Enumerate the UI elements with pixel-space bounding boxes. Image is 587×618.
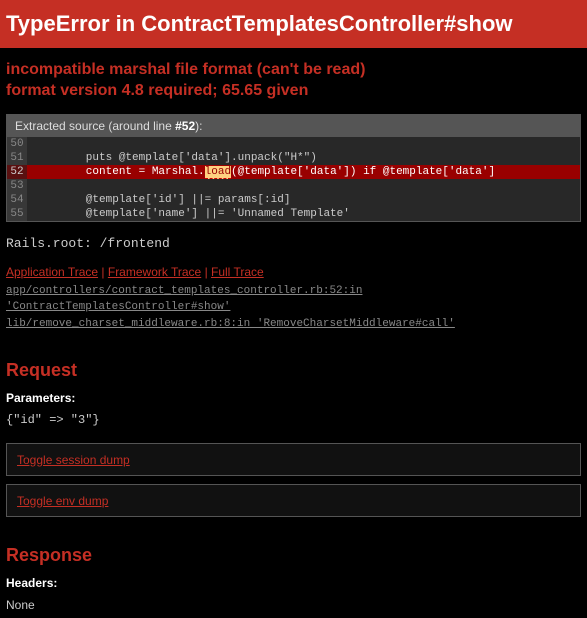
code-line: 51 puts @template['data'].unpack("H*") — [7, 151, 580, 165]
trace-line[interactable]: lib/remove_charset_middleware.rb:8:in 'R… — [6, 318, 455, 330]
headers-label: Headers: — [6, 576, 581, 590]
code-content: @template['name'] ||= 'Unnamed Template' — [27, 207, 580, 221]
framework-trace-link[interactable]: Framework Trace — [108, 265, 201, 279]
response-heading: Response — [6, 545, 581, 566]
code-table: 5051 puts @template['data'].unpack("H*")… — [7, 137, 580, 221]
code-line: 55 @template['name'] ||= 'Unnamed Templa… — [7, 207, 580, 221]
line-number: 50 — [7, 137, 27, 151]
line-number: 52 — [7, 165, 27, 179]
source-label-pre: Extracted source (around line — [15, 119, 175, 133]
error-line-2: format version 4.8 required; 65.65 given — [6, 81, 581, 102]
code-content: @template['id'] ||= params[:id] — [27, 193, 580, 207]
code-content — [27, 179, 580, 193]
request-heading: Request — [6, 360, 581, 381]
line-number: 51 — [7, 151, 27, 165]
error-title: TypeError in ContractTemplatesController… — [0, 0, 587, 48]
trace-tabs: Application Trace | Framework Trace | Fu… — [6, 265, 581, 279]
code-line: 53 — [7, 179, 580, 193]
toggle-env-link[interactable]: Toggle env dump — [17, 494, 108, 508]
code-content — [27, 137, 580, 151]
error-line-1: incompatible marshal file format (can't … — [6, 60, 581, 81]
code-content: content = Marshal.load(@template['data']… — [27, 165, 580, 179]
line-number: 55 — [7, 207, 27, 221]
line-number: 53 — [7, 179, 27, 193]
code-line: 50 — [7, 137, 580, 151]
source-header: Extracted source (around line #52): — [7, 115, 580, 137]
content-area: incompatible marshal file format (can't … — [0, 48, 587, 618]
source-label-line: #52 — [175, 119, 195, 133]
full-trace-link[interactable]: Full Trace — [211, 265, 264, 279]
code-line: 54 @template['id'] ||= params[:id] — [7, 193, 580, 207]
rails-root: Rails.root: /frontend — [6, 236, 581, 251]
code-content: puts @template['data'].unpack("H*") — [27, 151, 580, 165]
line-number: 54 — [7, 193, 27, 207]
toggle-session-dump[interactable]: Toggle session dump — [6, 443, 581, 476]
error-message: incompatible marshal file format (can't … — [6, 54, 581, 112]
application-trace-link[interactable]: Application Trace — [6, 265, 98, 279]
toggle-env-dump[interactable]: Toggle env dump — [6, 484, 581, 517]
parameters-value: {"id" => "3"} — [6, 413, 581, 427]
source-extract: Extracted source (around line #52): 5051… — [6, 114, 581, 222]
source-label-post: ): — [195, 119, 202, 133]
toggle-session-link[interactable]: Toggle session dump — [17, 453, 130, 467]
trace-lines: app/controllers/contract_templates_contr… — [6, 283, 581, 333]
parameters-label: Parameters: — [6, 391, 581, 405]
trace-line[interactable]: app/controllers/contract_templates_contr… — [6, 285, 362, 314]
code-line: 52 content = Marshal.load(@template['dat… — [7, 165, 580, 179]
